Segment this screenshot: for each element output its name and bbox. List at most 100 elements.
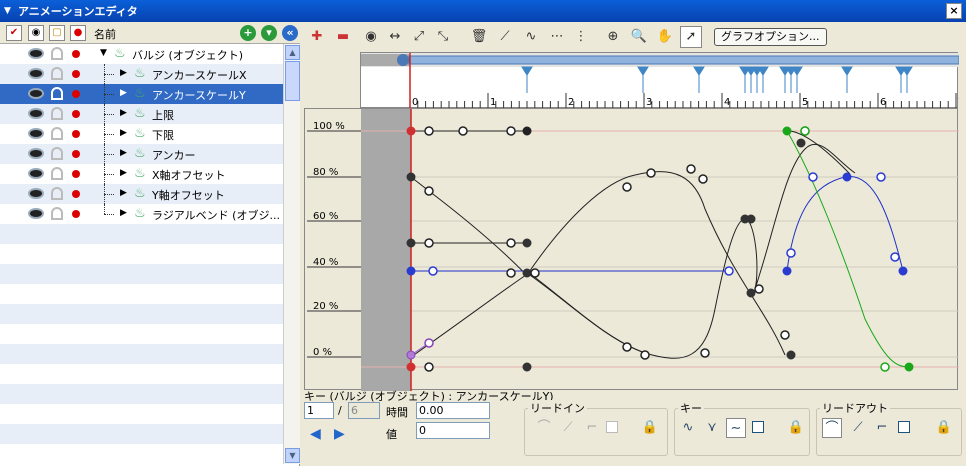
lock-icon[interactable] (51, 47, 63, 60)
record-dot-icon[interactable] (72, 70, 80, 78)
zoom-icon[interactable]: 🔍 (628, 26, 650, 48)
lock-icon[interactable] (51, 167, 63, 180)
key-point[interactable] (890, 252, 900, 262)
prev-key-icon[interactable]: ◀ (310, 426, 321, 442)
curve-radial-bend[interactable] (786, 130, 910, 368)
key-point[interactable] (786, 248, 796, 258)
expanded-arrow-icon[interactable]: ▼ (100, 48, 107, 58)
key-point[interactable] (506, 126, 516, 136)
record-dot-icon[interactable] (72, 170, 80, 178)
collapsed-arrow-icon[interactable]: ▶ (120, 108, 127, 118)
visibility-eye-icon[interactable] (28, 168, 44, 179)
key-point[interactable] (782, 126, 792, 136)
key-marker[interactable] (841, 66, 853, 93)
key-point[interactable] (782, 266, 792, 276)
key-point[interactable] (746, 288, 756, 298)
key-point[interactable] (754, 284, 764, 294)
fit-all-icon[interactable]: ⤢ (408, 26, 430, 48)
lock-icon[interactable] (51, 107, 63, 120)
lead-out-checkbox[interactable] (898, 421, 910, 433)
collapsed-arrow-icon[interactable]: ▶ (120, 128, 127, 138)
lead-out-lock-icon[interactable]: 🔒 (934, 418, 954, 438)
collapsed-arrow-icon[interactable]: ▶ (120, 88, 127, 98)
key-point[interactable] (406, 362, 416, 372)
align-vertical-icon[interactable]: ⋮ (570, 26, 592, 48)
key-point[interactable] (880, 362, 890, 372)
pointer-icon[interactable]: ➚ (680, 26, 702, 48)
track-row[interactable]: ▼ ♨ バルジ (オブジェクト) (0, 44, 283, 64)
visibility-eye-icon[interactable] (28, 88, 44, 99)
key-point[interactable] (406, 238, 416, 248)
collapsed-arrow-icon[interactable]: ▶ (120, 188, 127, 198)
key-point[interactable] (406, 266, 416, 276)
timeline-ruler[interactable]: 0 1 2 3 4 5 6 7 (360, 52, 959, 109)
key-point[interactable] (698, 174, 708, 184)
key-point[interactable] (458, 126, 468, 136)
key-point[interactable] (424, 238, 434, 248)
key-point[interactable] (796, 138, 806, 148)
key-point[interactable] (522, 126, 532, 136)
track-row[interactable]: ▶ ♨ アンカースケールX (0, 64, 283, 84)
track-row[interactable]: ▶ ♨ 上限 (0, 104, 283, 124)
visibility-eye-icon[interactable] (28, 208, 44, 219)
key-corner-icon[interactable]: ⋎ (702, 418, 722, 438)
key-point[interactable] (700, 348, 710, 358)
key-point[interactable] (686, 164, 696, 174)
check-all-icon[interactable]: ✔ (6, 25, 22, 41)
curve-graph[interactable]: 100 % 80 % 60 % 40 % 20 % 0 % (304, 108, 959, 391)
time-field[interactable]: 0.00 (416, 402, 490, 419)
curve-y-offset[interactable] (411, 176, 904, 272)
collapsed-arrow-icon[interactable]: ▶ (120, 168, 127, 178)
key-point[interactable] (428, 266, 438, 276)
expand-down-icon[interactable]: ▾ (261, 25, 277, 41)
timeline-range-handle[interactable] (397, 54, 409, 66)
next-key-icon[interactable]: ▶ (334, 426, 345, 442)
close-button[interactable]: × (946, 3, 962, 19)
lead-out-step-icon[interactable]: ⌐ (872, 418, 892, 438)
vertical-scrollbar[interactable]: ▲ ▼ (283, 44, 300, 464)
lead-in-lock-icon[interactable]: 🔒 (640, 418, 660, 438)
visibility-eye-icon[interactable] (28, 128, 44, 139)
lead-out-linear-icon[interactable]: ⟋ (848, 418, 868, 438)
key-point[interactable] (406, 350, 416, 360)
add-key-icon[interactable]: ✚ (306, 26, 328, 48)
track-row[interactable]: ▶ ♨ X軸オフセット (0, 164, 283, 184)
scroll-thumb[interactable] (285, 61, 300, 101)
lock-column-icon[interactable]: ▢ (49, 25, 65, 41)
visibility-eye-icon[interactable] (28, 108, 44, 119)
key-point[interactable] (808, 172, 818, 182)
record-dot-icon[interactable] (72, 50, 80, 58)
add-track-icon[interactable]: + (240, 25, 256, 41)
key-point[interactable] (522, 362, 532, 372)
key-point[interactable] (780, 330, 790, 340)
key-bezier-icon[interactable]: ∼ (726, 418, 746, 438)
key-point[interactable] (506, 238, 516, 248)
collapsed-arrow-icon[interactable]: ▶ (120, 68, 127, 78)
curve-anchor[interactable] (411, 242, 646, 354)
key-checkbox[interactable] (752, 421, 764, 433)
key-point[interactable] (424, 338, 434, 348)
key-point[interactable] (424, 362, 434, 372)
lock-icon[interactable] (51, 187, 63, 200)
graph-options-button[interactable]: グラフオプション... (714, 28, 827, 46)
hand-icon[interactable]: ✋ (654, 26, 676, 48)
key-marker[interactable] (693, 66, 705, 93)
scroll-down-icon[interactable]: ▼ (285, 448, 300, 463)
track-row[interactable]: ▶ ♨ Y軸オフセット (0, 184, 283, 204)
record-dot-icon[interactable] (72, 90, 80, 98)
key-point[interactable] (800, 126, 810, 136)
collapsed-arrow-icon[interactable]: ▶ (120, 148, 127, 158)
key-point[interactable] (522, 238, 532, 248)
trash-icon[interactable]: 🗑 (468, 26, 490, 48)
key-points[interactable] (406, 126, 914, 372)
key-point[interactable] (786, 350, 796, 360)
visibility-eye-icon[interactable] (28, 188, 44, 199)
visibility-eye-icon[interactable] (28, 148, 44, 159)
collapse-left-icon[interactable]: « (282, 25, 298, 41)
record-dot-icon[interactable] (72, 190, 80, 198)
key-point[interactable] (506, 268, 516, 278)
key-point[interactable] (898, 266, 908, 276)
key-point[interactable] (646, 168, 656, 178)
key-point[interactable] (622, 182, 632, 192)
visibility-eye-icon[interactable] (28, 48, 44, 59)
